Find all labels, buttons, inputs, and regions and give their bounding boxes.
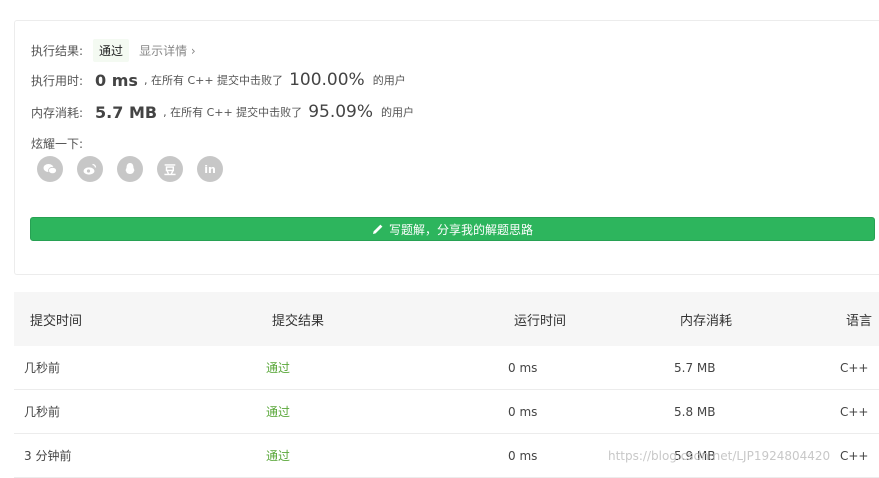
write-solution-button[interactable]: 写题解，分享我的解题思路 bbox=[30, 217, 875, 241]
douban-icon[interactable]: 豆 bbox=[157, 156, 183, 182]
result-row: 执行结果: 通过 显示详情 › bbox=[31, 39, 196, 62]
cell-memory: 5.7 MB bbox=[674, 360, 716, 375]
cell-submit-time: 几秒前 bbox=[24, 361, 61, 375]
table-header: 提交时间 提交结果 运行时间 内存消耗 语言 bbox=[14, 292, 879, 346]
cell-runtime: 0 ms bbox=[508, 448, 538, 463]
result-card: 执行结果: 通过 显示详情 › 执行用时: 0 ms , 在所有 C++ 提交中… bbox=[14, 20, 879, 275]
pencil-icon bbox=[372, 224, 383, 234]
cell-runtime: 0 ms bbox=[508, 360, 538, 375]
cell-submit-time: 3 分钟前 bbox=[24, 449, 72, 463]
header-memory[interactable]: 内存消耗 bbox=[680, 292, 732, 346]
share-label: 炫耀一下: bbox=[31, 137, 84, 151]
linkedin-icon[interactable]: in bbox=[197, 156, 223, 182]
share-icons: 豆 in bbox=[37, 156, 237, 182]
header-submit-time[interactable]: 提交时间 bbox=[30, 292, 82, 346]
cell-language: C++ bbox=[840, 360, 869, 375]
qq-icon[interactable] bbox=[117, 156, 143, 182]
header-submit-result[interactable]: 提交结果 bbox=[272, 292, 324, 346]
cell-language: C++ bbox=[840, 404, 869, 419]
cell-submit-time: 几秒前 bbox=[24, 405, 61, 419]
memory-label: 内存消耗: bbox=[31, 105, 84, 120]
runtime-row: 执行用时: 0 ms , 在所有 C++ 提交中击败了 100.00% 的用户 bbox=[31, 70, 406, 90]
runtime-suffix: 的用户 bbox=[372, 74, 406, 87]
memory-value: 5.7 MB bbox=[95, 102, 158, 122]
cell-result-link[interactable]: 通过 bbox=[266, 346, 290, 389]
share-row: 炫耀一下: bbox=[31, 135, 83, 152]
header-runtime[interactable]: 运行时间 bbox=[514, 292, 566, 346]
runtime-percent: 100.00% bbox=[289, 70, 365, 90]
result-label: 执行结果: bbox=[31, 44, 84, 58]
wechat-icon[interactable] bbox=[37, 156, 63, 182]
cell-result-link[interactable]: 通过 bbox=[266, 390, 290, 433]
memory-percent: 95.09% bbox=[308, 102, 374, 122]
write-solution-label: 写题解，分享我的解题思路 bbox=[388, 222, 533, 237]
watermark: https://blog.csdn.net/LJP1924804420 bbox=[608, 449, 831, 463]
table-row: 几秒前 通过 0 ms 5.7 MB C++ bbox=[14, 346, 879, 390]
memory-row: 内存消耗: 5.7 MB , 在所有 C++ 提交中击败了 95.09% 的用户 bbox=[31, 102, 414, 122]
memory-beat-text: , 在所有 C++ 提交中击败了 bbox=[163, 106, 303, 119]
cell-memory: 5.8 MB bbox=[674, 404, 716, 419]
status-badge: 通过 bbox=[93, 39, 130, 62]
runtime-label: 执行用时: bbox=[31, 73, 84, 88]
table-row: 几秒前 通过 0 ms 5.8 MB C++ bbox=[14, 390, 879, 434]
runtime-beat-text: , 在所有 C++ 提交中击败了 bbox=[143, 74, 284, 87]
weibo-icon[interactable] bbox=[77, 156, 103, 182]
show-details-link[interactable]: 显示详情 › bbox=[139, 42, 196, 59]
cell-result-link[interactable]: 通过 bbox=[266, 434, 290, 477]
header-language[interactable]: 语言 bbox=[846, 292, 872, 346]
cell-language: C++ bbox=[840, 448, 869, 463]
runtime-value: 0 ms bbox=[95, 70, 138, 90]
cell-runtime: 0 ms bbox=[508, 404, 538, 419]
memory-suffix: 的用户 bbox=[381, 106, 415, 119]
